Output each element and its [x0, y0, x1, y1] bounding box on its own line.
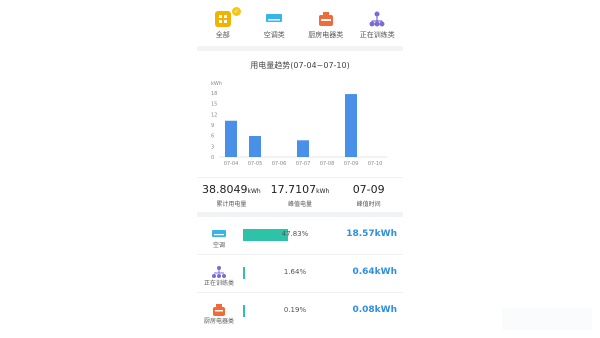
bar [249, 136, 261, 157]
stat-label: 峰值时间 [356, 201, 381, 208]
y-tick-label: 18 [211, 91, 217, 97]
stat-value: 07-09 [352, 183, 385, 196]
x-tick-label: 07-08 [320, 161, 335, 167]
category-cell: 正在训练类 [197, 255, 241, 292]
x-tick-label: 07-07 [296, 161, 311, 167]
kwh-value: 0.64kWh [352, 267, 397, 277]
y-tick-label: 9 [211, 123, 214, 129]
usage-chart-card: 用电量趋势(07-04~07-10) kWh 0 3 6 9 12 15 18 07-04 07-… [197, 51, 403, 177]
bar [345, 94, 357, 157]
y-tick-label: 12 [211, 112, 217, 118]
category-label: 厨房电器类 [203, 318, 234, 325]
category-cell: 厨房电器类 [197, 293, 241, 330]
kitchen-appliance-icon [212, 301, 226, 316]
x-tick-label: 07-06 [272, 161, 287, 167]
percent-text: 1.64% [283, 268, 307, 276]
category-cell: 空调 [197, 217, 241, 254]
x-tick-label: 07-05 [248, 161, 263, 167]
tab-air-conditioner[interactable]: 空调类 [249, 0, 301, 46]
tab-label: 空调类 [263, 31, 285, 39]
category-label: 正在训练类 [203, 280, 234, 287]
x-tick-label: 07-04 [224, 161, 239, 167]
breakdown-row[interactable]: 厨房电器类 0.19% 0.08kWh [197, 293, 403, 330]
training-network-icon [369, 11, 385, 27]
tab-all[interactable]: ✓ 全部 [197, 0, 249, 46]
tab-label: 厨房电器类 [308, 31, 344, 39]
stat-value: 38.8049 [201, 183, 248, 196]
stat-unit: kWh [316, 188, 330, 195]
y-tick-label: 3 [211, 144, 214, 150]
tab-label: 全部 [215, 31, 230, 39]
x-tick-label: 07-09 [344, 161, 359, 167]
kitchen-appliance-icon [318, 11, 334, 27]
category-breakdown: 空调 47.83% 18.57kWh 正在训练类 1.64% 0.64kWh 厨… [197, 217, 403, 329]
bar [297, 140, 309, 157]
breakdown-row[interactable]: 空调 47.83% 18.57kWh [197, 217, 403, 255]
percent-text: 47.83% [281, 230, 309, 238]
stat-value: 17.7107 [270, 183, 317, 196]
y-axis-unit: kWh [211, 81, 222, 87]
bar [225, 120, 237, 157]
y-tick-label: 0 [211, 155, 214, 161]
percent-fill [243, 267, 245, 279]
usage-bar-chart: kWh 0 3 6 9 12 15 18 07-04 07-05 07-06 07-07 07-08 07… [211, 81, 387, 167]
percent-text: 0.19% [283, 306, 307, 314]
training-network-icon [212, 263, 226, 278]
x-tick-label: 07-10 [368, 161, 383, 167]
kwh-value: 18.57kWh [346, 229, 397, 239]
air-conditioner-icon [266, 11, 283, 27]
y-tick-label: 15 [211, 102, 217, 108]
stat-peak-time: 07-09 峰值时间 [334, 178, 403, 212]
stat-total: 38.8049kWh 累计用电量 [197, 178, 266, 212]
stat-peak: 17.7107kWh 峰值电量 [266, 178, 335, 212]
stat-label: 峰值电量 [288, 201, 313, 208]
category-label: 空调 [212, 242, 225, 249]
tab-training[interactable]: 正在训练类 [352, 0, 404, 46]
air-conditioner-icon [212, 225, 226, 237]
grid-icon: ✓ [214, 7, 241, 27]
watermark [502, 308, 592, 330]
tab-label: 正在训练类 [359, 31, 395, 39]
stat-label: 累计用电量 [216, 201, 247, 208]
stats-row: 38.8049kWh 累计用电量 17.7107kWh 峰值电量 07-09 峰… [197, 178, 403, 212]
breakdown-row[interactable]: 正在训练类 1.64% 0.64kWh [197, 255, 403, 293]
tab-kitchen[interactable]: 厨房电器类 [300, 0, 352, 46]
percent-fill [243, 305, 245, 317]
kwh-value: 0.08kWh [352, 305, 397, 315]
stat-unit: kWh [247, 188, 261, 195]
check-badge-icon: ✓ [231, 7, 241, 16]
category-tabs: ✓ 全部 空调类 厨房电器类 正在训练类 [197, 0, 403, 46]
y-tick-label: 6 [211, 134, 214, 140]
